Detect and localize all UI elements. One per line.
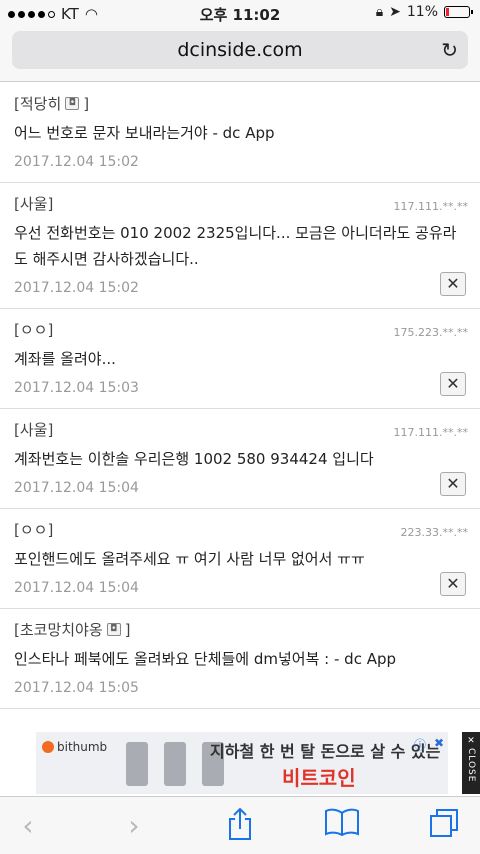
comment-ip: 223.33.**.** (400, 526, 468, 539)
comment-text: 계좌번호는 이한솔 우리은행 1002 580 934424 입니다 (14, 450, 374, 468)
forward-button[interactable]: › (114, 807, 154, 845)
delete-comment-button[interactable]: ✕ (440, 572, 466, 596)
comment-date: 2017.12.04 15:04 (14, 580, 139, 596)
rotation-lock-icon: 🔒︎ (375, 4, 384, 20)
comment-item: [ㅇㅇ] 175.223.**.** 계좌를 올려야... 2017.12.04 15… (0, 309, 480, 409)
ad-banner[interactable]: bithumb 지하철 한 번 탈 돈으로 살 수 있는 비트코인 ⓘ ✖ ✕ … (0, 730, 480, 796)
comment-ip: 175.223.**.** (393, 326, 468, 339)
close-icon: ✕ (467, 736, 475, 746)
comment-ip: 117.111.**.** (393, 200, 468, 213)
comment-author[interactable]: [초코망치야옹 ◘] (14, 609, 466, 640)
ad-close-label: CLOSE (466, 748, 476, 783)
comment-date: 2017.12.04 15:02 (14, 154, 139, 170)
comment-author[interactable]: [적당히 ◘] (14, 83, 466, 114)
browser-header: dcinside.com ↻ (0, 28, 480, 82)
comment-date: 2017.12.04 15:02 (14, 280, 139, 296)
tabs-icon (430, 809, 458, 837)
comment-text: 인스타나 페북에도 올려봐요 단체들에 dm넣어복 : - dc App (14, 650, 397, 668)
status-right: 🔒︎ ➤ 11% (375, 4, 473, 20)
ad-info-icon[interactable]: ⓘ (414, 736, 426, 753)
comment-item: [적당히 ◘] 어느 번호로 문자 보내라는거야 - dc App 2017.12.0… (0, 83, 480, 183)
comment-date: 2017.12.04 15:04 (14, 480, 139, 496)
comment-text: 포인핸드에도 올려주세요 ㅠ 여기 사람 너무 없어서 ㅠㅠ (14, 550, 365, 568)
share-icon (229, 807, 251, 840)
ad-image[interactable]: bithumb 지하철 한 번 탈 돈으로 살 수 있는 비트코인 ⓘ ✖ (36, 732, 448, 794)
status-bar: KT ◠ 오후 11:02 🔒︎ ➤ 11% (0, 0, 480, 28)
delete-comment-button[interactable]: ✕ (440, 472, 466, 496)
battery-percent: 11% (406, 4, 438, 20)
comment-text: 어느 번호로 문자 보내라는거야 - dc App (14, 124, 275, 142)
delete-comment-button[interactable]: ✕ (440, 272, 466, 296)
location-icon: ➤ (389, 4, 401, 20)
comment-item: [ㅇㅇ] 223.33.**.** 포인핸드에도 올려주세요 ㅠ 여기 사람 너무 … (0, 509, 480, 609)
ad-headline: 지하철 한 번 탈 돈으로 살 수 있는 (210, 742, 441, 761)
url-text: dcinside.com (177, 39, 303, 61)
member-badge-icon: ◘ (65, 97, 80, 110)
browser-toolbar: ‹ › (0, 796, 480, 854)
comment-date: 2017.12.04 15:05 (14, 680, 139, 696)
comment-ip: 117.111.**.** (393, 426, 468, 439)
address-bar[interactable]: dcinside.com ↻ (12, 31, 468, 69)
comment-author[interactable]: [ㅇㅇ] (14, 509, 466, 540)
ad-subheadline: 비트코인 (282, 766, 356, 790)
bithumb-logo-icon (42, 741, 54, 753)
back-button[interactable]: ‹ (8, 807, 48, 845)
delete-comment-button[interactable]: ✕ (440, 372, 466, 396)
comment-list: [적당히 ◘] 어느 번호로 문자 보내라는거야 - dc App 2017.12.0… (0, 83, 480, 730)
ad-close-button[interactable]: ✕ CLOSE (462, 732, 480, 794)
ad-brand: bithumb (42, 740, 107, 754)
member-badge-icon: ◘ (106, 623, 121, 636)
comment-item: [사울] 117.111.**.** 우선 전화번호는 010 2002 2325입… (0, 183, 480, 309)
comment-text: 계좌를 올려야... (14, 350, 116, 368)
bookmarks-button[interactable] (322, 807, 362, 845)
comment-item: [사울] 117.111.**.** 계좌번호는 이한솔 우리은행 1002 580… (0, 409, 480, 509)
bookmarks-icon (325, 808, 359, 837)
comment-date: 2017.12.04 15:03 (14, 380, 139, 396)
ad-close-x-icon[interactable]: ✖ (434, 736, 444, 750)
tabs-button[interactable] (424, 807, 464, 845)
comment-text: 우선 전화번호는 010 2002 2325입니다... 모금은 아니더라도 공… (14, 224, 457, 268)
reload-icon[interactable]: ↻ (441, 38, 458, 62)
battery-icon (444, 6, 473, 18)
comment-item: [초코망치야옹 ◘] 인스타나 페북에도 올려봐요 단체들에 dm넣어복 : - d… (0, 609, 480, 709)
share-button[interactable] (220, 807, 260, 845)
